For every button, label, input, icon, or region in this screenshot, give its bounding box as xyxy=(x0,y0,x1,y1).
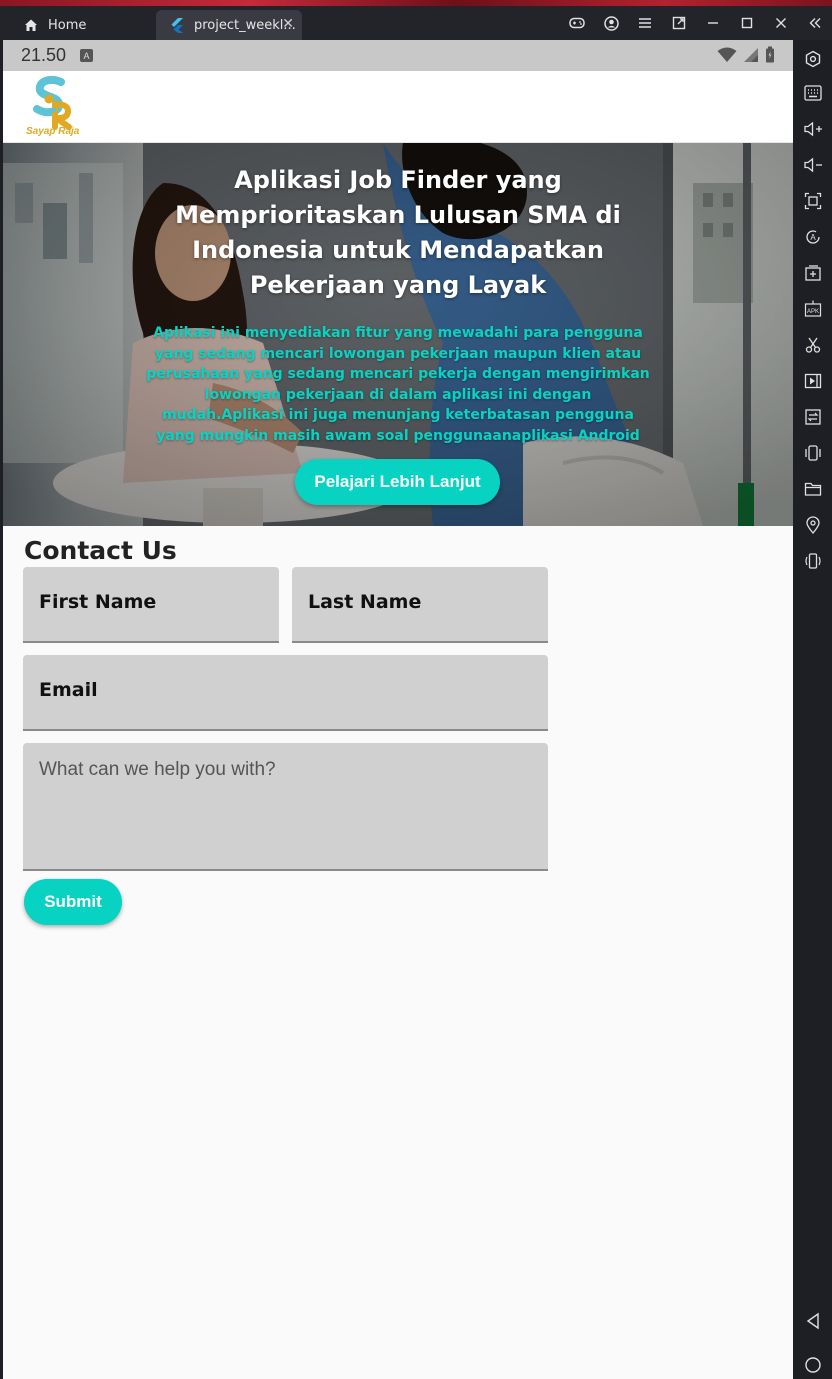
message-field[interactable]: What can we help you with? xyxy=(23,743,548,871)
contact-section: Contact Us First Name Last Name Email Wh… xyxy=(3,526,793,1379)
gamepad-icon[interactable] xyxy=(560,10,594,36)
shake-icon[interactable] xyxy=(802,442,824,464)
menu-icon[interactable] xyxy=(628,10,662,36)
battery-icon xyxy=(765,46,775,67)
status-time: 21.50 xyxy=(21,45,67,65)
sync-icon[interactable] xyxy=(802,406,824,428)
folder-icon[interactable] xyxy=(802,478,824,500)
email-field[interactable]: Email xyxy=(23,655,548,731)
hero-description: Aplikasi ini menyediakan fitur yang mewa… xyxy=(146,325,650,444)
home-icon xyxy=(22,16,40,34)
emulator-sidebar: A APK xyxy=(794,40,832,1379)
submit-button[interactable]: Submit xyxy=(24,879,122,925)
minimize-icon[interactable] xyxy=(696,10,730,36)
apk-icon[interactable]: APK xyxy=(802,298,824,320)
contact-title: Contact Us xyxy=(24,536,177,565)
first-name-field[interactable]: First Name xyxy=(23,567,279,643)
hero-banner: Aplikasi Job Finder yang Memprioritaskan… xyxy=(3,143,793,526)
logo-text: Sayap Raja xyxy=(26,126,80,137)
screenshot-icon[interactable] xyxy=(802,190,824,212)
volume-up-icon[interactable] xyxy=(802,118,824,140)
tab-home[interactable]: Home xyxy=(14,10,154,40)
learn-more-button[interactable]: Pelajari Lebih Lanjut xyxy=(295,459,500,505)
first-name-label: First Name xyxy=(39,591,157,613)
popout-icon[interactable] xyxy=(662,10,696,36)
last-name-field[interactable]: Last Name xyxy=(292,567,548,643)
wifi-icon xyxy=(717,47,737,67)
flutter-icon xyxy=(168,16,186,34)
status-badge: A xyxy=(80,49,94,62)
wallpaper-strip xyxy=(0,0,832,6)
signal-icon xyxy=(743,47,759,67)
location-icon[interactable] xyxy=(802,514,824,536)
account-icon[interactable] xyxy=(594,10,628,36)
hero-title: Aplikasi Job Finder yang Memprioritaskan… xyxy=(175,166,621,299)
video-icon[interactable] xyxy=(802,370,824,392)
emulator-titlebar: Home project_weekl... ✕ xyxy=(0,0,832,40)
phone-screen: 21.50 A Sayap Raja Aplikasi Job Finder y… xyxy=(3,40,793,1379)
message-placeholder: What can we help you with? xyxy=(39,759,276,780)
rotate-device-icon[interactable] xyxy=(802,550,824,572)
add-screen-icon[interactable] xyxy=(802,262,824,284)
volume-down-icon[interactable] xyxy=(802,154,824,176)
settings-icon[interactable] xyxy=(802,48,824,70)
status-bar: 21.50 A xyxy=(3,40,793,71)
collapse-icon[interactable] xyxy=(798,10,832,36)
app-bar: Sayap Raja xyxy=(3,71,793,143)
auto-rotate-icon[interactable]: A xyxy=(802,226,824,248)
svg-text:A: A xyxy=(810,233,816,242)
tab-home-label: Home xyxy=(48,17,87,33)
home-circle-icon[interactable] xyxy=(802,1354,824,1376)
maximize-icon[interactable] xyxy=(730,10,764,36)
last-name-label: Last Name xyxy=(308,591,422,613)
email-label: Email xyxy=(39,679,98,701)
back-icon[interactable] xyxy=(802,1310,824,1332)
svg-text:APK: APK xyxy=(807,309,819,315)
tab-project-label: project_weekl... xyxy=(194,17,296,33)
keyboard-icon[interactable] xyxy=(802,82,824,104)
cut-icon[interactable] xyxy=(802,334,824,356)
tab-project[interactable]: project_weekl... ✕ xyxy=(156,10,302,40)
tab-close-icon[interactable]: ✕ xyxy=(282,16,294,32)
close-icon[interactable] xyxy=(764,10,798,36)
